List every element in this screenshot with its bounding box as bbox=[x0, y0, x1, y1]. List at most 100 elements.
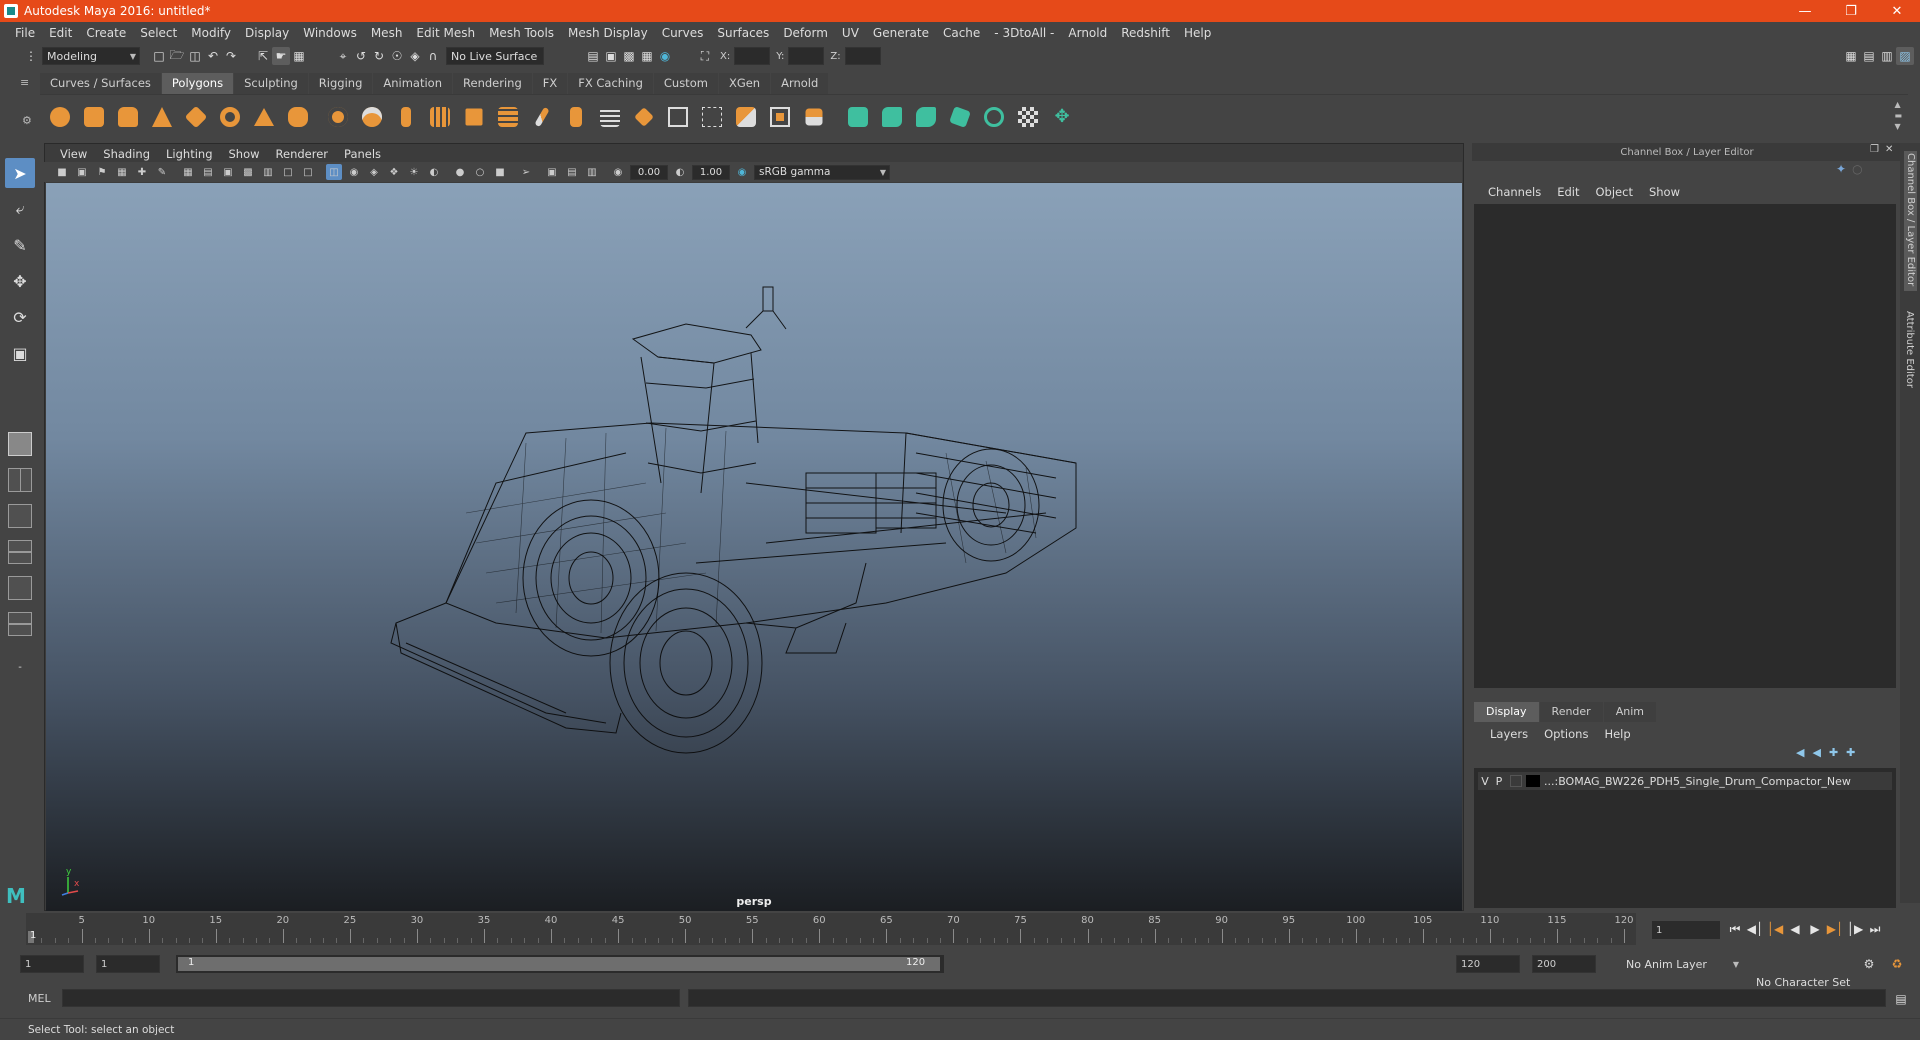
lasso-tool-icon[interactable]: ⤶ bbox=[5, 194, 35, 224]
channel-box-icon[interactable]: ▨ bbox=[1896, 47, 1914, 65]
tab-rigging[interactable]: Rigging bbox=[308, 73, 373, 94]
modeling-toolkit-icon[interactable]: ▦ bbox=[1842, 47, 1860, 65]
select-camera-icon[interactable]: ■ bbox=[54, 164, 70, 180]
y-input[interactable] bbox=[788, 47, 825, 65]
x-input[interactable] bbox=[734, 47, 771, 65]
menu-set-dropdown[interactable]: Modeling ▼ bbox=[42, 47, 140, 65]
vp-menu-renderer[interactable]: Renderer bbox=[268, 147, 337, 161]
poly-cone-icon[interactable] bbox=[148, 103, 176, 131]
xray-icon[interactable]: ▣ bbox=[544, 164, 560, 180]
time-slider[interactable]: 5 10 15 20 25 30 35 40 45 50 55 60 65 70 75 80 85 90 95 100… bbox=[26, 913, 1636, 945]
safe-title-icon[interactable]: □ bbox=[300, 164, 316, 180]
tab-animation[interactable]: Animation bbox=[373, 73, 453, 94]
uv-checker-icon[interactable] bbox=[1014, 103, 1042, 131]
side-tab-channel-box[interactable]: Channel Box / Layer Editor bbox=[1904, 151, 1917, 291]
poly-pipe-icon[interactable] bbox=[284, 103, 312, 131]
snap-grid-icon[interactable]: ⌖ bbox=[334, 47, 352, 65]
menu-generate[interactable]: Generate bbox=[866, 26, 936, 40]
transform-input-icon[interactable]: ⛶ bbox=[696, 47, 714, 65]
step-forward-key-icon[interactable]: │▶ bbox=[1846, 920, 1864, 938]
shadows-icon[interactable]: ◐ bbox=[426, 164, 442, 180]
shelf-scroll-menu-icon[interactable]: ▬ bbox=[1894, 110, 1902, 121]
compactor-wireframe-model[interactable] bbox=[46, 183, 1462, 911]
shelf-menu-icon[interactable]: ≡ bbox=[20, 76, 29, 89]
menu-arnold[interactable]: Arnold bbox=[1061, 26, 1114, 40]
tab-sculpting[interactable]: Sculpting bbox=[234, 73, 308, 94]
snap-view-icon[interactable]: ☉ bbox=[388, 47, 406, 65]
menu-file[interactable]: File bbox=[8, 26, 42, 40]
tab-render[interactable]: Render bbox=[1539, 702, 1603, 722]
playback-start-input[interactable]: 1 bbox=[96, 955, 160, 973]
reduce-icon[interactable] bbox=[460, 103, 488, 131]
vp-menu-view[interactable]: View bbox=[52, 147, 95, 161]
uv-editor-icon[interactable]: ✥ bbox=[1048, 103, 1076, 131]
new-layer-selected-icon[interactable]: ✚ bbox=[1846, 746, 1855, 759]
menu-select[interactable]: Select bbox=[133, 26, 184, 40]
color-management-icon[interactable]: ◉ bbox=[734, 164, 750, 180]
undo-icon[interactable]: ↶ bbox=[204, 47, 222, 65]
mirror-icon[interactable] bbox=[494, 103, 522, 131]
detach-icon[interactable] bbox=[800, 103, 828, 131]
side-tab-attribute-editor[interactable]: Attribute Editor bbox=[1904, 311, 1915, 388]
smooth-shade-icon[interactable]: ◉ bbox=[346, 164, 362, 180]
poly-pyramid-icon[interactable] bbox=[250, 103, 278, 131]
go-to-start-icon[interactable]: ⏮ bbox=[1726, 920, 1744, 938]
menu-display[interactable]: Display bbox=[238, 26, 296, 40]
menu-uv[interactable]: UV bbox=[835, 26, 866, 40]
layer-type-toggle[interactable] bbox=[1510, 775, 1522, 787]
tab-curves-surfaces[interactable]: Curves / Surfaces bbox=[40, 73, 161, 94]
menu-redshift[interactable]: Redshift bbox=[1114, 26, 1177, 40]
close-button[interactable]: ✕ bbox=[1874, 0, 1920, 22]
menu-windows[interactable]: Windows bbox=[296, 26, 364, 40]
gamma-icon[interactable]: ◐ bbox=[672, 164, 688, 180]
select-tool-icon[interactable]: ➤ bbox=[5, 158, 35, 188]
cb-menu-object[interactable]: Object bbox=[1588, 185, 1641, 199]
move-layer-up-icon[interactable]: ◀ bbox=[1796, 746, 1804, 759]
move-tool-icon[interactable]: ✥ bbox=[5, 266, 35, 296]
tab-fx-caching[interactable]: FX Caching bbox=[568, 73, 653, 94]
render-frame-icon[interactable]: ▣ bbox=[602, 47, 620, 65]
persp-graph-layout-icon[interactable] bbox=[8, 540, 32, 564]
anim-layer-dropdown[interactable]: No Anim Layer ▼ bbox=[1622, 955, 1742, 973]
current-frame-input[interactable]: 1 bbox=[1652, 921, 1720, 939]
single-perspective-layout-icon[interactable] bbox=[8, 432, 32, 456]
layer-name[interactable]: ...:BOMAG_BW226_PDH5_Single_Drum_Compact… bbox=[1544, 775, 1851, 788]
menu-cache[interactable]: Cache bbox=[936, 26, 987, 40]
exposure-icon[interactable]: ◉ bbox=[610, 164, 626, 180]
le-menu-layers[interactable]: Layers bbox=[1482, 727, 1536, 741]
layer-playback-toggle[interactable]: P bbox=[1492, 775, 1506, 788]
gamma-input[interactable]: 1.00 bbox=[692, 164, 730, 180]
smooth-icon[interactable] bbox=[392, 103, 420, 131]
field-chart-icon[interactable]: ▥ bbox=[260, 164, 276, 180]
use-all-lights-icon[interactable]: ☀ bbox=[406, 164, 422, 180]
le-menu-options[interactable]: Options bbox=[1536, 727, 1596, 741]
grip-icon[interactable]: ⋮ bbox=[22, 47, 40, 65]
shelf-scroll-up-icon[interactable]: ▲ bbox=[1894, 99, 1902, 110]
render-settings-icon[interactable]: ▦ bbox=[638, 47, 656, 65]
new-empty-layer-icon[interactable]: ✚ bbox=[1829, 746, 1838, 759]
tab-custom[interactable]: Custom bbox=[653, 73, 718, 94]
safe-action-icon[interactable]: □ bbox=[280, 164, 296, 180]
bridge-icon[interactable] bbox=[562, 103, 590, 131]
poly-cylinder-icon[interactable] bbox=[114, 103, 142, 131]
separate-icon[interactable] bbox=[358, 103, 386, 131]
snap-surface-icon[interactable]: ◈ bbox=[406, 47, 424, 65]
xray-joints-icon[interactable]: ▤ bbox=[564, 164, 580, 180]
panel-close-icon[interactable]: ✕ bbox=[1885, 144, 1893, 155]
animation-start-input[interactable]: 1 bbox=[20, 955, 84, 973]
toolbox-more-icon[interactable]: - bbox=[5, 652, 35, 682]
view-transform-dropdown[interactable]: sRGB gamma ▼ bbox=[754, 164, 890, 180]
shelf-scroll-down-icon[interactable]: ▼ bbox=[1894, 121, 1902, 132]
manipulator-icon[interactable]: ✦ bbox=[1836, 162, 1846, 176]
make-hole-icon[interactable] bbox=[698, 103, 726, 131]
image-plane-icon[interactable]: ▦ bbox=[114, 164, 130, 180]
play-backward-icon[interactable]: ◀ bbox=[1786, 920, 1804, 938]
snap-point-icon[interactable]: ↻ bbox=[370, 47, 388, 65]
scale-tool-icon[interactable]: ▣ bbox=[5, 338, 35, 368]
play-forward-icon[interactable]: ▶ bbox=[1806, 920, 1824, 938]
persp-hypershade-layout-icon[interactable] bbox=[8, 576, 32, 600]
vp-menu-panels[interactable]: Panels bbox=[336, 147, 389, 161]
script-language-label[interactable]: MEL bbox=[28, 992, 51, 1005]
auto-key-icon[interactable]: ⚙ bbox=[1860, 955, 1878, 973]
persp-outliner-layout-icon[interactable] bbox=[8, 504, 32, 528]
